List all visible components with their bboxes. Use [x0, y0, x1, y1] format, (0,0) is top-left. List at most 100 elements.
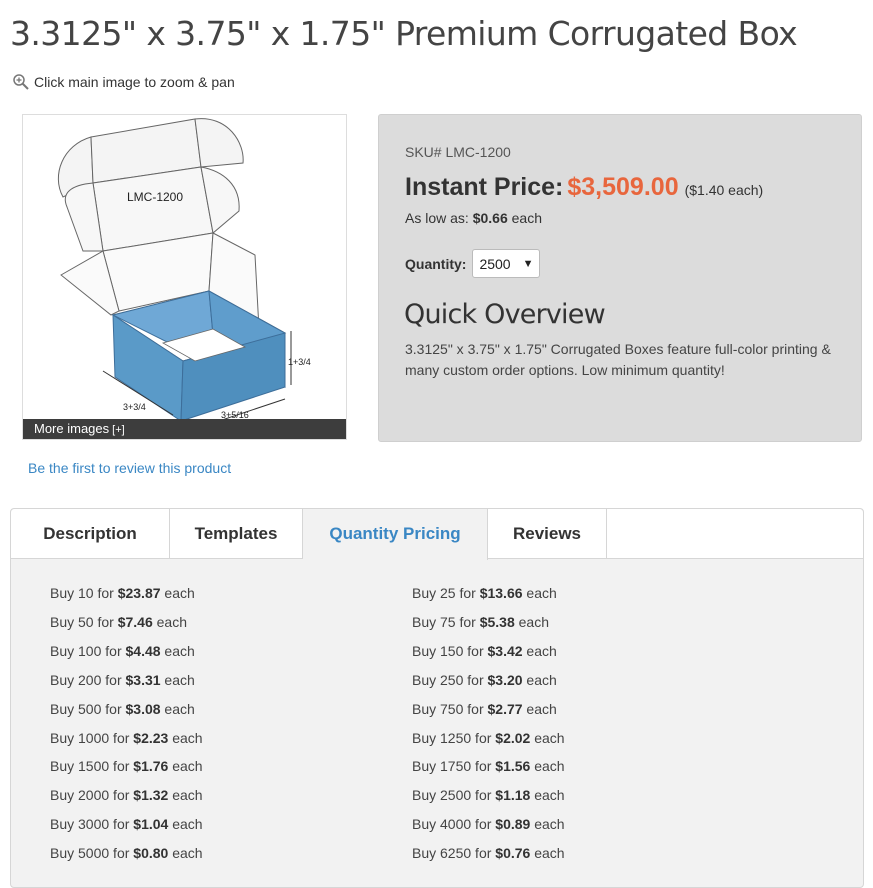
pricing-row: Buy 750 for $2.77 each	[412, 701, 557, 717]
pricing-suffix: each	[522, 671, 557, 688]
low-price-prefix: As low as:	[405, 210, 469, 226]
tab-templates[interactable]: Templates	[170, 509, 303, 559]
pricing-quantity: Buy 50 for	[50, 613, 118, 630]
tab-quantity-pricing[interactable]: Quantity Pricing	[303, 509, 488, 560]
pricing-suffix: each	[168, 845, 203, 862]
pricing-row: Buy 25 for $13.66 each	[412, 585, 557, 601]
quick-overview-title: Quick Overview	[404, 299, 606, 330]
pricing-row: Buy 1250 for $2.02 each	[412, 730, 565, 746]
low-price-suffix: each	[511, 210, 542, 226]
quantity-select[interactable]: 2500 ▼	[472, 249, 541, 278]
pricing-price: $0.89	[495, 816, 531, 833]
pricing-quantity: Buy 750 for	[412, 700, 488, 717]
pricing-price: $23.87	[117, 585, 161, 601]
pricing-quantity: Buy 500 for	[50, 700, 126, 717]
dimension-height: 1+3/4	[288, 357, 311, 367]
pricing-price: $3.20	[487, 671, 523, 688]
instant-price-label: Instant Price:	[405, 173, 564, 201]
pricing-price: $2.77	[487, 700, 523, 717]
zoom-hint-text: Click main image to zoom & pan	[34, 74, 235, 90]
pricing-suffix: each	[168, 729, 203, 746]
pricing-row: Buy 2000 for $1.32 each	[50, 787, 203, 803]
low-price-line: As low as: $0.66 each	[405, 210, 542, 226]
pricing-price: $1.32	[133, 787, 169, 804]
pricing-row: Buy 250 for $3.20 each	[412, 672, 557, 688]
more-images-label: More images	[34, 421, 110, 436]
pricing-row: Buy 150 for $3.42 each	[412, 643, 557, 659]
pricing-quantity: Buy 75 for	[412, 613, 480, 630]
pricing-row: Buy 50 for $7.46 each	[50, 614, 187, 630]
zoom-in-icon	[12, 73, 30, 91]
pricing-price: $3.42	[487, 642, 523, 659]
tab-reviews[interactable]: Reviews	[488, 509, 607, 559]
pricing-suffix: each	[168, 816, 203, 833]
image-label: LMC-1200	[127, 190, 183, 204]
pricing-suffix: each	[530, 816, 565, 833]
pricing-suffix: each	[160, 700, 195, 717]
sku-label: SKU# LMC-1200	[405, 144, 511, 160]
pricing-price: $13.66	[479, 585, 523, 601]
pricing-suffix: each	[522, 585, 557, 601]
pricing-price: $1.04	[133, 816, 169, 833]
pricing-suffix: each	[522, 642, 557, 659]
quick-overview-text: 3.3125" x 3.75" x 1.75" Corrugated Boxes…	[405, 341, 831, 378]
tab-description[interactable]: Description	[11, 509, 170, 559]
pricing-price: $1.56	[495, 758, 531, 775]
pricing-row: Buy 1500 for $1.76 each	[50, 758, 203, 774]
pricing-price: $5.38	[479, 613, 515, 630]
pricing-price: $1.76	[133, 758, 169, 775]
pricing-price: $7.46	[117, 613, 153, 630]
pricing-row: Buy 1750 for $1.56 each	[412, 758, 565, 774]
pricing-suffix: each	[160, 671, 195, 688]
tab-bar: Description Templates Quantity Pricing R…	[11, 509, 863, 560]
main-product-image[interactable]: LMC-1200 1+3/4 3+3/4 3+5/16 More images[…	[22, 114, 347, 440]
product-tabs: Description Templates Quantity Pricing R…	[10, 508, 864, 888]
pricing-quantity: Buy 2500 for	[412, 787, 496, 804]
pricing-row: Buy 100 for $4.48 each	[50, 643, 195, 659]
pricing-suffix: each	[530, 787, 565, 804]
pricing-row: Buy 200 for $3.31 each	[50, 672, 195, 688]
pricing-quantity: Buy 1750 for	[412, 758, 496, 775]
quantity-label: Quantity:	[405, 255, 467, 272]
pricing-row: Buy 10 for $23.87 each	[50, 585, 195, 601]
page-title: 3.3125" x 3.75" x 1.75" Premium Corrugat…	[10, 14, 798, 53]
pricing-price: $1.18	[495, 787, 531, 804]
pricing-price: $4.48	[125, 642, 161, 659]
pricing-quantity: Buy 3000 for	[50, 816, 134, 833]
pricing-suffix: each	[514, 613, 549, 630]
pricing-row: Buy 2500 for $1.18 each	[412, 787, 565, 803]
pricing-suffix: each	[168, 787, 203, 804]
pricing-row: Buy 75 for $5.38 each	[412, 614, 549, 630]
pricing-suffix: each	[530, 845, 565, 862]
more-images-button[interactable]: More images [+]	[23, 419, 346, 439]
pricing-quantity: Buy 5000 for	[50, 845, 134, 862]
pricing-quantity: Buy 250 for	[412, 671, 488, 688]
pricing-suffix: each	[522, 700, 557, 717]
quantity-value: 2500	[479, 255, 511, 272]
pricing-suffix: each	[530, 729, 565, 746]
pricing-row: Buy 3000 for $1.04 each	[50, 816, 203, 832]
pricing-suffix: each	[160, 585, 195, 601]
pricing-quantity: Buy 200 for	[50, 671, 126, 688]
pricing-row: Buy 4000 for $0.89 each	[412, 816, 565, 832]
pricing-price: $2.02	[495, 729, 531, 746]
box-diagram: LMC-1200 1+3/4 3+3/4 3+5/16	[57, 118, 311, 432]
pricing-row: Buy 500 for $3.08 each	[50, 701, 195, 717]
pricing-quantity: Buy 2000 for	[50, 787, 134, 804]
pricing-quantity: Buy 4000 for	[412, 816, 496, 833]
pricing-quantity: Buy 1000 for	[50, 729, 134, 746]
pricing-quantity: Buy 1500 for	[50, 758, 134, 775]
pricing-row: Buy 6250 for $0.76 each	[412, 845, 565, 861]
price-each: ($1.40 each)	[684, 182, 764, 198]
pricing-quantity: Buy 100 for	[50, 642, 126, 659]
pricing-suffix: each	[152, 613, 187, 630]
pricing-quantity: Buy 10 for	[50, 585, 118, 601]
pricing-quantity: Buy 25 for	[412, 585, 480, 601]
pricing-suffix: each	[160, 642, 195, 659]
low-price-value: $0.66	[472, 210, 508, 226]
pricing-suffix: each	[168, 758, 203, 775]
first-review-link[interactable]: Be the first to review this product	[28, 460, 231, 476]
dimension-width: 3+3/4	[123, 402, 146, 412]
pricing-quantity: Buy 1250 for	[412, 729, 496, 746]
price-panel: SKU# LMC-1200 Instant Price: $3,509.00 ($1…	[378, 114, 862, 442]
